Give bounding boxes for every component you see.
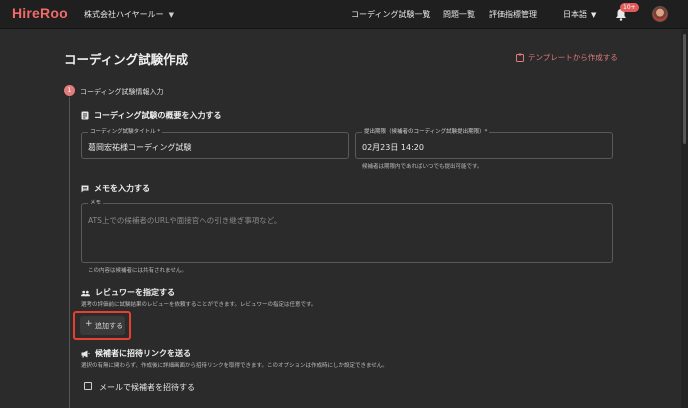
language-label: 日本語 <box>563 10 587 19</box>
nav-evaluation-metrics[interactable]: 評価指標管理 <box>489 9 537 20</box>
page-title: コーディング試験作成 <box>64 52 189 67</box>
memo-heading-text: メモを入力する <box>94 184 150 193</box>
deadline-value: 02月23日 14:20 <box>362 143 424 152</box>
overview-heading: コーディング試験の概要を入力する <box>81 110 221 121</box>
memo-field[interactable]: メモ ATS上での候補者のURLや面接官への引き継ぎ事項など。 <box>81 199 613 263</box>
company-name: 株式会社ハイヤールー <box>84 10 164 19</box>
chevron-down-icon: ▼ <box>168 11 174 19</box>
invite-heading: 候補者に招待リンクを送る <box>81 348 191 359</box>
reviewer-heading-text: レビュワーを指定する <box>95 288 175 297</box>
chevron-down-icon: ▼ <box>591 11 597 19</box>
top-bar: HireRoo 株式会社ハイヤールー ▼ コーディング試験一覧 問題一覧 評価指標… <box>0 0 688 29</box>
test-title-label: コーディング試験タイトル * <box>88 128 163 136</box>
step-connector <box>69 97 70 408</box>
megaphone-icon <box>81 350 90 358</box>
people-icon <box>81 290 90 297</box>
invite-description: 選択の有無に関わらず、作成後に詳細画面から招待リンクを取得できます。このオプショ… <box>81 363 388 369</box>
test-title-field[interactable]: コーディング試験タイトル * 葛岡宏祐様コーディング試験 <box>81 128 349 159</box>
deadline-label: 提出期限（候補者のコーディング試験提出期限）* <box>362 128 490 136</box>
reviewer-heading: レビュワーを指定する <box>81 287 175 298</box>
invite-heading-text: 候補者に招待リンクを送る <box>95 349 191 358</box>
step-number: 1 <box>64 85 75 96</box>
step-label: コーディング試験情報入力 <box>80 88 164 96</box>
scrollbar-thumb[interactable] <box>683 34 686 144</box>
highlight-box <box>73 311 131 340</box>
email-invite-checkbox[interactable] <box>84 382 92 390</box>
memo-placeholder: ATS上での候補者のURLや面接官への引き継ぎ事項など。 <box>88 216 282 225</box>
reviewer-description: 選考の評価前に試験結果のレビューを依頼することができます。レビュワーの指定は任意… <box>81 302 317 308</box>
memo-helper: この内容は候補者には共有されません。 <box>88 268 187 274</box>
nav-coding-tests[interactable]: コーディング試験一覧 <box>351 9 430 20</box>
overview-heading-text: コーディング試験の概要を入力する <box>94 111 222 120</box>
template-link[interactable]: テンプレートから作成する <box>516 52 618 63</box>
document-icon <box>81 111 89 120</box>
logo[interactable]: HireRoo <box>12 5 68 21</box>
notification-badge: 10+ <box>620 3 639 12</box>
template-link-label: テンプレートから作成する <box>528 53 618 62</box>
clipboard-icon <box>516 53 524 62</box>
deadline-helper: 候補者は期限内であればいつでも提出可能です。 <box>362 164 483 170</box>
language-selector[interactable]: 日本語 ▼ <box>563 9 596 20</box>
email-invite-label[interactable]: メールで候補者を招待する <box>99 382 195 393</box>
avatar[interactable] <box>652 6 668 22</box>
company-selector[interactable]: 株式会社ハイヤールー ▼ <box>84 9 174 20</box>
nav-problems[interactable]: 問題一覧 <box>443 9 475 20</box>
deadline-field[interactable]: 提出期限（候補者のコーディング試験提出期限）* 02月23日 14:20 <box>355 128 613 159</box>
memo-label: メモ <box>88 199 104 207</box>
memo-heading: メモを入力する <box>81 183 150 194</box>
comment-icon <box>81 185 89 193</box>
test-title-value: 葛岡宏祐様コーディング試験 <box>88 143 192 152</box>
